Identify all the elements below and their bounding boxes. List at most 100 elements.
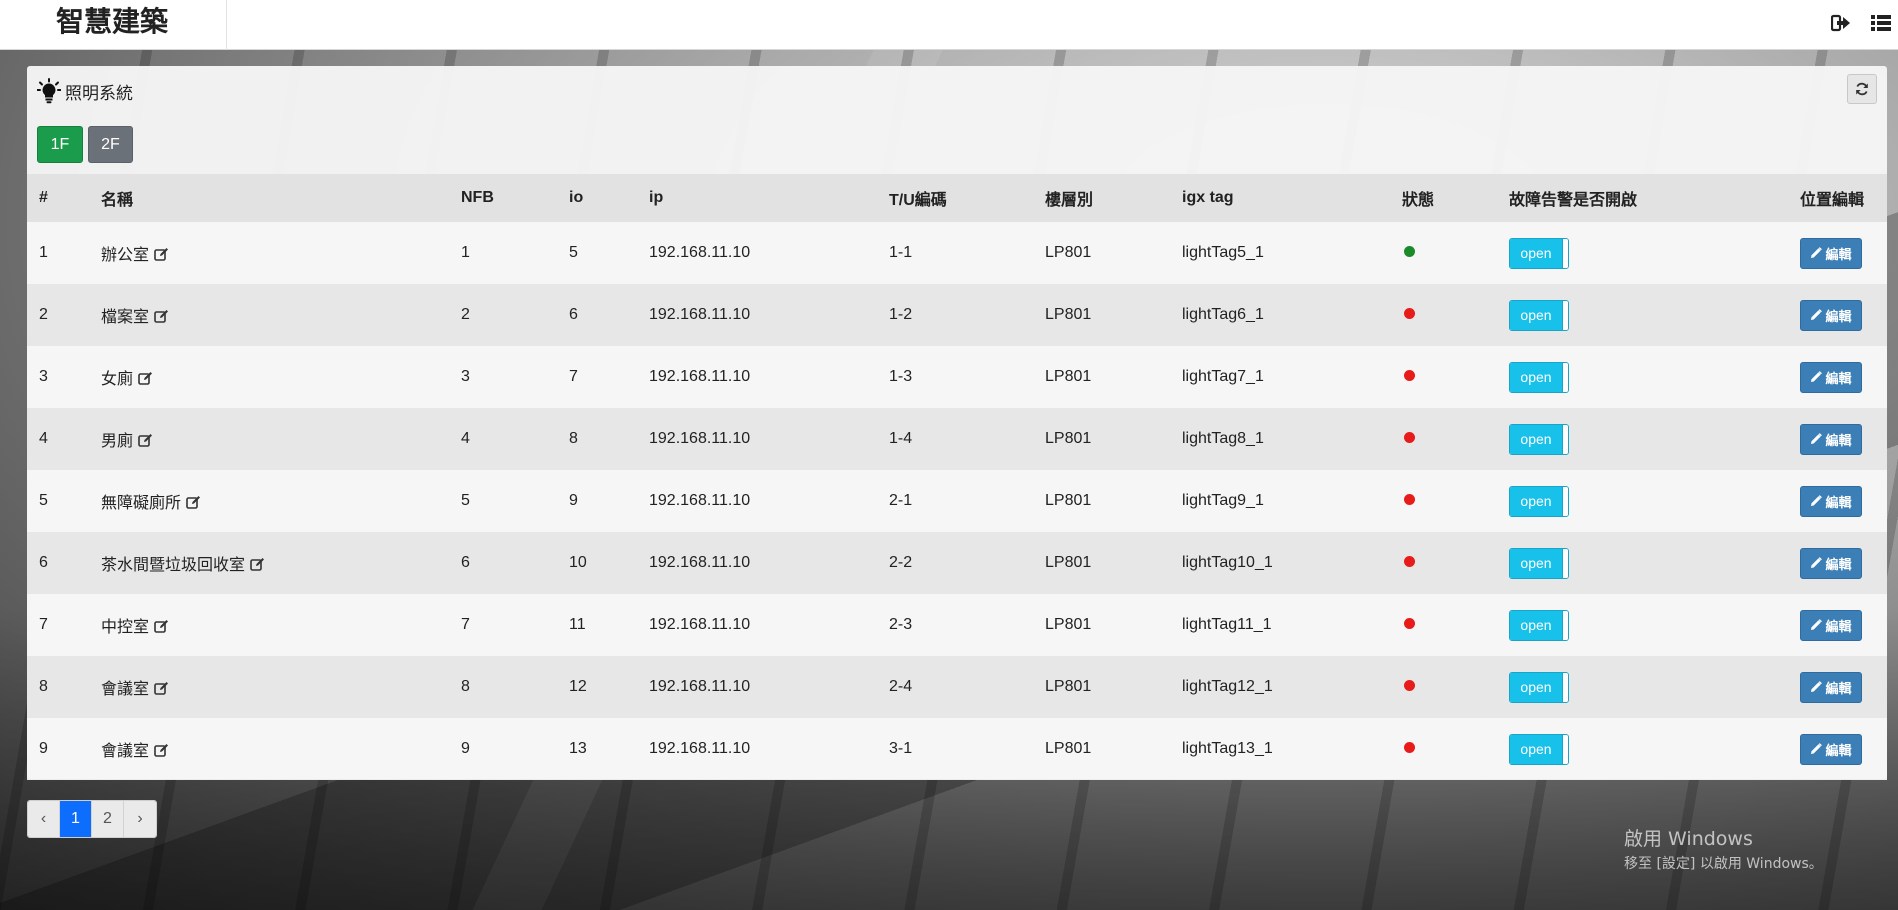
cell-tu-code: 1-2 xyxy=(877,284,1033,346)
header-nfb: NFB xyxy=(449,174,557,222)
header-alarm-enabled: 故障告警是否開啟 xyxy=(1497,174,1788,222)
edit-button-label: 編輯 xyxy=(1825,495,1852,511)
toggle-knob xyxy=(1562,610,1568,640)
cell-status xyxy=(1390,222,1497,284)
floor-tab-1f[interactable]: 1F xyxy=(37,126,83,163)
alarm-toggle[interactable]: open xyxy=(1509,361,1569,393)
pencil-icon xyxy=(1810,371,1823,383)
edit-square-icon[interactable] xyxy=(154,309,169,328)
brand-title[interactable]: 智慧建築 xyxy=(0,0,227,50)
edit-position-button[interactable]: 編輯 xyxy=(1800,361,1862,393)
status-dot xyxy=(1404,308,1415,319)
cell-floor: LP801 xyxy=(1033,656,1170,718)
edit-position-button[interactable]: 編輯 xyxy=(1800,423,1862,455)
floor-tab-2f[interactable]: 2F xyxy=(88,126,133,163)
cell-status xyxy=(1390,346,1497,408)
page-2-button[interactable]: 2 xyxy=(92,801,124,837)
page-next-button[interactable]: › xyxy=(124,801,156,837)
cell-io: 13 xyxy=(557,718,637,780)
cell-io: 8 xyxy=(557,408,637,470)
pencil-icon xyxy=(1810,619,1823,631)
alarm-toggle-label: open xyxy=(1510,486,1562,516)
alarm-toggle-label: open xyxy=(1510,362,1562,392)
cell-name: 茶水間暨垃圾回收室 xyxy=(89,532,449,594)
page-1-button[interactable]: 1 xyxy=(60,801,92,837)
row-name: 檔案室 xyxy=(101,308,150,326)
lighting-panel: 照明系統 1F 2F # 名稱 NFB io ip T/U編碼 樓層別 igx … xyxy=(27,66,1887,780)
cell-io: 12 xyxy=(557,656,637,718)
floor-tabs: 1F 2F xyxy=(37,126,133,163)
cell-status xyxy=(1390,656,1497,718)
pagination: ‹ 1 2 › xyxy=(27,800,157,838)
edit-position-button[interactable]: 編輯 xyxy=(1800,299,1862,331)
edit-button-label: 編輯 xyxy=(1825,247,1852,263)
edit-square-icon[interactable] xyxy=(154,681,169,700)
cell-nfb: 7 xyxy=(449,594,557,656)
cell-name: 會議室 xyxy=(89,656,449,718)
header-status: 狀態 xyxy=(1390,174,1497,222)
alarm-toggle[interactable]: open xyxy=(1509,299,1569,331)
cell-nfb: 9 xyxy=(449,718,557,780)
edit-square-icon[interactable] xyxy=(138,433,153,452)
top-navbar: 智慧建築 xyxy=(0,0,1898,50)
sign-out-icon[interactable] xyxy=(1830,12,1852,34)
table-row: 1 辦公室 1 5 192.168.11.10 1-1 LP801 lightTag5_1 op… xyxy=(27,222,1887,284)
cell-position-edit: 編輯 xyxy=(1788,656,1887,718)
edit-square-icon[interactable] xyxy=(154,743,169,762)
cell-status xyxy=(1390,532,1497,594)
toggle-knob xyxy=(1562,424,1568,454)
cell-position-edit: 編輯 xyxy=(1788,346,1887,408)
edit-square-icon[interactable] xyxy=(186,495,201,514)
watermark-line-2: 移至 [設定] 以啟用 Windows。 xyxy=(1624,856,1823,872)
toggle-knob xyxy=(1562,300,1568,330)
edit-square-icon[interactable] xyxy=(250,557,265,576)
edit-position-button[interactable]: 編輯 xyxy=(1800,237,1862,269)
cell-position-edit: 編輯 xyxy=(1788,470,1887,532)
pencil-icon xyxy=(1810,743,1823,755)
cell-igx-tag: lightTag7_1 xyxy=(1170,346,1390,408)
alarm-toggle-label: open xyxy=(1510,672,1562,702)
edit-position-button[interactable]: 編輯 xyxy=(1800,547,1862,579)
refresh-button[interactable] xyxy=(1847,74,1877,104)
alarm-toggle-label: open xyxy=(1510,238,1562,268)
edit-square-icon[interactable] xyxy=(154,619,169,638)
edit-button-label: 編輯 xyxy=(1825,309,1852,325)
alarm-toggle-label: open xyxy=(1510,548,1562,578)
cell-nfb: 2 xyxy=(449,284,557,346)
cell-ip: 192.168.11.10 xyxy=(637,346,877,408)
alarm-toggle[interactable]: open xyxy=(1509,485,1569,517)
cell-index: 8 xyxy=(27,656,89,718)
cell-nfb: 3 xyxy=(449,346,557,408)
edit-position-button[interactable]: 編輯 xyxy=(1800,671,1862,703)
edit-position-button[interactable]: 編輯 xyxy=(1800,733,1862,765)
edit-position-button[interactable]: 編輯 xyxy=(1800,485,1862,517)
edit-square-icon[interactable] xyxy=(154,247,169,266)
alarm-toggle[interactable]: open xyxy=(1509,237,1569,269)
alarm-toggle[interactable]: open xyxy=(1509,547,1569,579)
cell-status xyxy=(1390,470,1497,532)
alarm-toggle[interactable]: open xyxy=(1509,733,1569,765)
alarm-toggle[interactable]: open xyxy=(1509,609,1569,641)
edit-position-button[interactable]: 編輯 xyxy=(1800,609,1862,641)
cell-tu-code: 2-1 xyxy=(877,470,1033,532)
table-body: 1 辦公室 1 5 192.168.11.10 1-1 LP801 lightTag5_1 op… xyxy=(27,222,1887,780)
table-row: 3 女廁 3 7 192.168.11.10 1-3 LP801 lightTag7_1 ope… xyxy=(27,346,1887,408)
row-name: 辦公室 xyxy=(101,246,150,264)
table-row: 2 檔案室 2 6 192.168.11.10 1-2 LP801 lightTag6_1 op… xyxy=(27,284,1887,346)
cell-alarm: open xyxy=(1497,408,1788,470)
alarm-toggle[interactable]: open xyxy=(1509,671,1569,703)
cell-alarm: open xyxy=(1497,346,1788,408)
cell-floor: LP801 xyxy=(1033,222,1170,284)
cell-nfb: 4 xyxy=(449,408,557,470)
table-row: 5 無障礙廁所 5 9 192.168.11.10 2-1 LP801 lightTag9_1… xyxy=(27,470,1887,532)
cell-tu-code: 1-3 xyxy=(877,346,1033,408)
cell-io: 11 xyxy=(557,594,637,656)
cell-status xyxy=(1390,408,1497,470)
cell-floor: LP801 xyxy=(1033,284,1170,346)
cell-index: 5 xyxy=(27,470,89,532)
list-icon[interactable] xyxy=(1870,12,1892,34)
page-prev-button[interactable]: ‹ xyxy=(28,801,60,837)
edit-square-icon[interactable] xyxy=(138,371,153,390)
alarm-toggle[interactable]: open xyxy=(1509,423,1569,455)
cell-alarm: open xyxy=(1497,284,1788,346)
